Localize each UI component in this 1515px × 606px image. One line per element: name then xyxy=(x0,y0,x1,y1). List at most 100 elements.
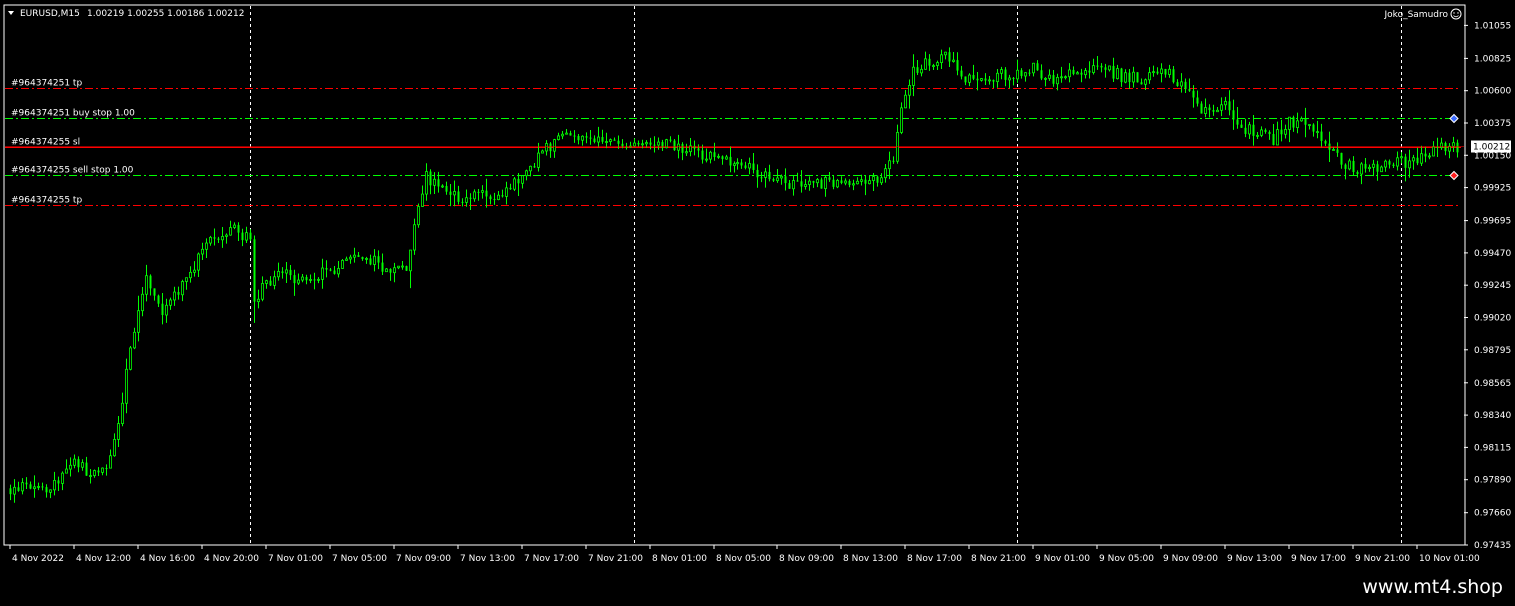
candle-body xyxy=(1084,70,1087,76)
candle xyxy=(205,238,208,258)
candle xyxy=(185,277,188,290)
x-tick-label: 7 Nov 13:00 xyxy=(460,554,515,564)
candle xyxy=(609,138,612,146)
candle-body xyxy=(1424,153,1427,157)
candle-body xyxy=(1416,157,1419,164)
candle-body xyxy=(133,331,136,349)
candle-body xyxy=(1204,107,1207,114)
candle-body xyxy=(1264,129,1267,132)
candle xyxy=(756,164,759,188)
candle xyxy=(1088,61,1091,79)
candle-body xyxy=(125,368,128,404)
candle-body xyxy=(1356,172,1359,175)
candle xyxy=(177,286,180,300)
candle xyxy=(245,226,248,243)
candle-body xyxy=(884,168,887,179)
candle-body xyxy=(649,142,652,145)
candle-body xyxy=(337,268,340,275)
candle xyxy=(1296,112,1299,134)
candle-body xyxy=(497,194,500,200)
candle-body xyxy=(1364,163,1367,169)
candle xyxy=(533,162,536,168)
candle-body xyxy=(573,135,576,137)
candle xyxy=(393,262,396,283)
candle-body xyxy=(469,197,472,199)
candle xyxy=(1068,63,1071,83)
candle xyxy=(1264,128,1267,134)
candle xyxy=(1108,65,1111,72)
candle xyxy=(928,54,931,71)
shop-url[interactable]: www.mt4.shop xyxy=(1362,576,1503,598)
candle xyxy=(1376,160,1379,181)
buy-stop-marker-icon[interactable] xyxy=(1449,113,1459,124)
candle-body xyxy=(617,140,620,144)
candle-body xyxy=(77,459,80,468)
candle-body xyxy=(1220,104,1223,111)
candlestick-chart[interactable]: #964374251 tp #964374251 buy stop 1.00 #96… xyxy=(0,0,1515,568)
candle xyxy=(417,203,420,228)
candle xyxy=(960,65,963,80)
candle-body xyxy=(489,196,492,200)
candle xyxy=(77,456,80,473)
candle-body xyxy=(245,232,248,241)
x-tick-label: 4 Nov 2022 xyxy=(12,554,64,564)
candle-body xyxy=(461,201,464,203)
candle xyxy=(1372,159,1375,177)
candle xyxy=(1220,97,1223,117)
order-line-label: #964374255 tp xyxy=(11,196,82,206)
candle-body xyxy=(1080,72,1083,75)
x-tick-label: 4 Nov 16:00 xyxy=(140,554,195,564)
candle xyxy=(1064,75,1067,80)
candle xyxy=(377,250,380,270)
candle-body xyxy=(872,176,875,181)
candle xyxy=(1252,115,1255,146)
candle xyxy=(780,174,783,185)
candle-body xyxy=(852,183,855,186)
candle xyxy=(1292,115,1295,132)
candle xyxy=(581,135,584,146)
candle-body xyxy=(213,237,216,239)
candle xyxy=(1380,165,1383,173)
candle-body xyxy=(545,143,548,152)
candle-body xyxy=(1392,164,1395,167)
candle xyxy=(173,286,176,306)
candle xyxy=(137,295,140,342)
chart-window[interactable]: #964374251 tp #964374251 buy stop 1.00 #96… xyxy=(0,0,1515,568)
candle-body xyxy=(1160,68,1163,74)
candle xyxy=(1112,57,1115,82)
candle xyxy=(1024,72,1027,82)
candle xyxy=(181,279,184,302)
candle xyxy=(1204,98,1207,118)
candle xyxy=(1004,67,1007,87)
candle-body xyxy=(1404,156,1407,168)
candle xyxy=(1272,123,1275,146)
y-tick-label: 0.98565 xyxy=(1474,379,1511,389)
candle-body xyxy=(868,180,871,185)
candle-body xyxy=(1056,77,1059,85)
candle xyxy=(1444,141,1447,156)
candle xyxy=(573,130,576,143)
candle-body xyxy=(744,165,747,168)
sell-stop-marker-icon[interactable] xyxy=(1449,170,1459,181)
price-tag-label: 1.00212 xyxy=(1473,143,1510,153)
candle-body xyxy=(533,166,536,168)
candle xyxy=(1256,132,1259,140)
candle-body xyxy=(1152,71,1155,74)
candle xyxy=(285,262,288,284)
candle-body xyxy=(844,180,847,184)
dropdown-arrow-icon[interactable] xyxy=(8,11,14,15)
candle xyxy=(193,261,196,277)
candle xyxy=(1236,106,1239,129)
candle xyxy=(613,137,616,141)
candle xyxy=(1208,104,1211,118)
candle-body xyxy=(681,144,684,153)
candle xyxy=(940,49,943,69)
y-tick-label: 0.98115 xyxy=(1474,443,1511,453)
candle xyxy=(485,178,488,208)
candle xyxy=(145,264,148,302)
candle-body xyxy=(537,152,540,168)
candle-body xyxy=(541,150,544,154)
candle xyxy=(1300,116,1303,122)
candle-body xyxy=(1396,157,1399,167)
smiley-icon[interactable] xyxy=(1450,8,1462,20)
